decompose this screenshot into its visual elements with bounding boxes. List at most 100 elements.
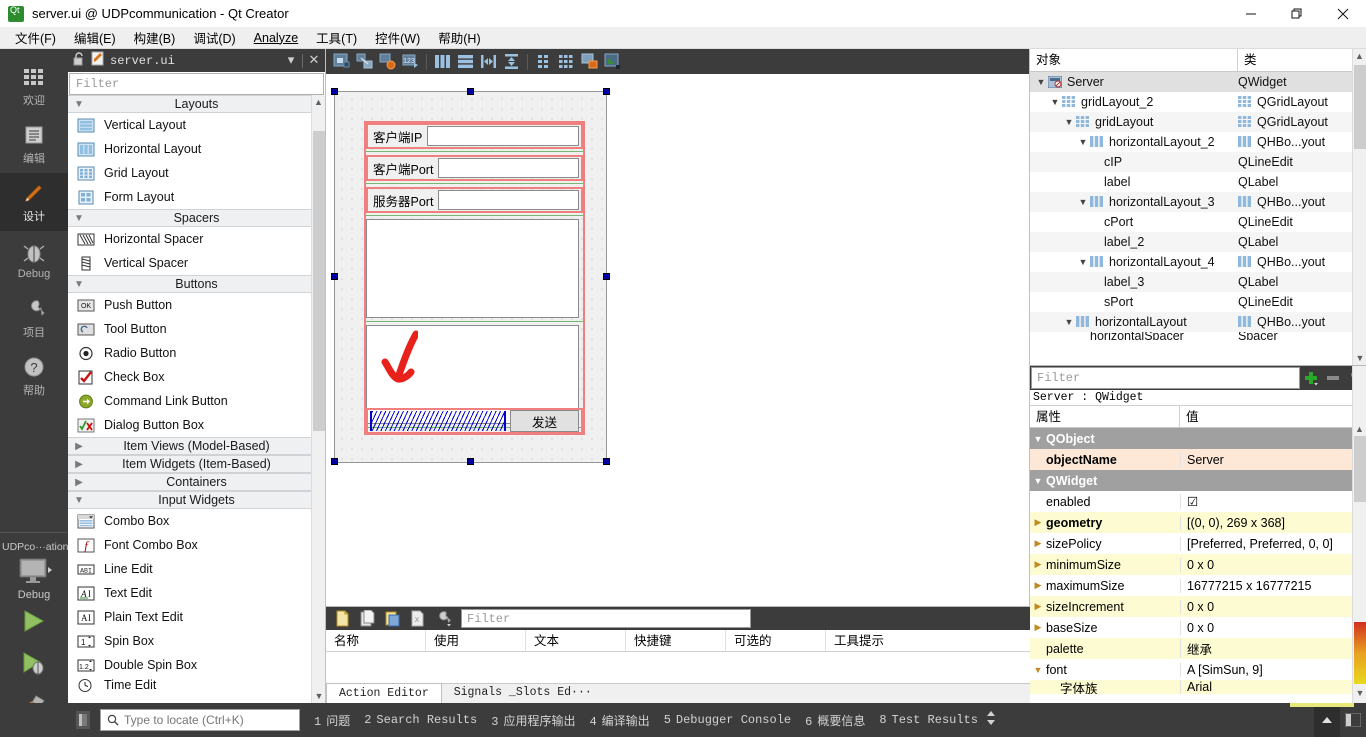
scrollbar-thumb[interactable] (313, 131, 325, 431)
split-panel-icon[interactable] (1340, 703, 1366, 737)
scroll-up-icon[interactable]: ▲ (1353, 422, 1366, 436)
widget-item-form-layout[interactable]: Form Layout (68, 185, 325, 209)
tree-item-horizontalspacer[interactable]: horizontalSpacer Spacer (1030, 332, 1366, 340)
chevron-down-icon[interactable]: ▼ (1034, 77, 1048, 87)
kit-selector[interactable]: Debug (0, 555, 68, 601)
column-name[interactable]: 名称 (326, 630, 426, 651)
tree-item-horizontallayout-3[interactable]: ▼ horizontalLayout_3 QHBo...yout (1030, 192, 1366, 212)
chevron-right-icon[interactable]: ▶ (1030, 538, 1046, 549)
output-pane-application-output[interactable]: 3 应用程序输出 (491, 712, 575, 729)
layout-vertically-icon[interactable] (454, 51, 477, 72)
scrollbar-thumb-highlight[interactable] (1354, 622, 1366, 684)
tree-item-sport[interactable]: sPort QLineEdit (1030, 292, 1366, 312)
column-checkable[interactable]: 可选的 (726, 630, 826, 651)
form-label-client-ip[interactable]: 客户端IP (370, 126, 427, 146)
menu-debug[interactable]: 调试(D) (184, 26, 244, 49)
tree-item-cport[interactable]: cPort QLineEdit (1030, 212, 1366, 232)
close-icon[interactable] (1320, 0, 1366, 27)
output-pane-summary[interactable]: 6 概要信息 (805, 712, 865, 729)
property-value[interactable]: [(0, 0), 269 x 368] (1180, 515, 1366, 530)
widget-item-plain-text-edit[interactable]: A I Plain Text Edit (68, 605, 325, 629)
new-action-icon[interactable] (330, 608, 355, 629)
widget-item-horizontal-layout[interactable]: Horizontal Layout (68, 137, 325, 161)
chevron-down-icon[interactable]: ▼ (1076, 197, 1090, 207)
widget-item-time-edit[interactable]: Time Edit (68, 677, 325, 693)
widget-category-buttons[interactable]: ▼ Buttons (68, 275, 325, 293)
property-row-sizeincrement[interactable]: ▶ sizeIncrement 0 x 0 (1030, 596, 1366, 617)
layout-splitter-vertical-icon[interactable] (500, 51, 523, 72)
column-text[interactable]: 文本 (526, 630, 626, 651)
tree-item-gridlayout-2[interactable]: ▼ gridLayout_2 QGridLayout (1030, 92, 1366, 112)
menu-edit[interactable]: 编辑(E) (65, 26, 125, 49)
triangle-up-icon[interactable] (1314, 703, 1340, 737)
property-row-maximumsize[interactable]: ▶ maximumSize 16777215 x 16777215 (1030, 575, 1366, 596)
object-inspector-scrollbar[interactable]: ▲ ▼ (1352, 49, 1366, 365)
edit-buddies-icon[interactable] (376, 51, 399, 72)
property-value[interactable]: 继承 (1180, 639, 1366, 658)
column-used[interactable]: 使用 (426, 630, 526, 651)
output-pane-debugger-console[interactable]: 5 Debugger Console (664, 713, 791, 727)
property-row-font[interactable]: ▼ font A [SimSun, 9] (1030, 659, 1366, 680)
paste-action-icon[interactable] (380, 608, 405, 629)
chevron-down-icon[interactable]: ▼ (1048, 97, 1062, 107)
widget-box-scrollbar[interactable]: ▲ ▼ (311, 95, 325, 703)
property-value-checkbox[interactable]: ☑ (1180, 494, 1366, 509)
resize-handle-se[interactable] (603, 458, 610, 465)
chevron-right-icon[interactable]: ▶ (1030, 559, 1046, 570)
form-label-client-port[interactable]: 客户端Port (370, 158, 438, 178)
form-lineedit-cport[interactable] (438, 158, 579, 178)
edit-signals-slots-icon[interactable] (353, 51, 376, 72)
property-value[interactable]: 0 x 0 (1180, 599, 1366, 614)
close-icon[interactable]: ✕ (303, 53, 325, 68)
tree-item-horizontallayout-4[interactable]: ▼ horizontalLayout_4 QHBo...yout (1030, 252, 1366, 272)
column-shortcut[interactable]: 快捷键 (626, 630, 726, 651)
chevron-down-icon[interactable]: ▾ (280, 53, 302, 68)
form-lineedit-sport[interactable] (438, 190, 579, 210)
widget-box-filter-input[interactable]: Filter (69, 73, 324, 95)
property-row-enabled[interactable]: enabled ☑ (1030, 491, 1366, 512)
scroll-down-icon[interactable]: ▼ (312, 689, 325, 703)
sidebar-toggle-button[interactable] (76, 711, 90, 729)
scroll-up-icon[interactable]: ▲ (312, 95, 325, 109)
chevron-down-icon[interactable]: ▼ (1062, 117, 1076, 127)
scroll-down-icon[interactable]: ▼ (1353, 686, 1366, 700)
column-class[interactable]: 类 (1238, 49, 1352, 71)
property-row-geometry[interactable]: ▶ geometry [(0, 0), 269 x 368] (1030, 512, 1366, 533)
menu-help[interactable]: 帮助(H) (429, 26, 489, 49)
property-value[interactable]: A [SimSun, 9] (1180, 662, 1366, 677)
run-button[interactable] (0, 601, 68, 643)
property-row-font-family[interactable]: 字体族 Arial (1030, 680, 1366, 694)
column-property[interactable]: 属性 (1030, 406, 1180, 427)
tree-item-label-3[interactable]: label_3 QLabel (1030, 272, 1366, 292)
widget-item-radio-button[interactable]: Radio Button (68, 341, 325, 365)
resize-handle-n[interactable] (467, 88, 474, 95)
chevron-down-icon[interactable]: ▼ (1076, 137, 1090, 147)
property-value[interactable]: Arial (1180, 680, 1366, 694)
widget-item-tool-button[interactable]: Tool Button (68, 317, 325, 341)
tree-item-horizontallayout-2[interactable]: ▼ horizontalLayout_2 QHBo...yout (1030, 132, 1366, 152)
widget-item-grid-layout[interactable]: Grid Layout (68, 161, 325, 185)
chevron-right-icon[interactable]: ▶ (1030, 580, 1046, 591)
chevron-down-icon[interactable]: ▼ (1062, 317, 1076, 327)
column-tooltip[interactable]: 工具提示 (826, 630, 1030, 651)
column-value[interactable]: 值 (1180, 406, 1352, 427)
action-editor-rows[interactable] (326, 652, 1030, 682)
locator-input[interactable]: Type to locate (Ctrl+K) (100, 709, 300, 731)
tree-item-label-2[interactable]: label_2 QLabel (1030, 232, 1366, 252)
property-filter-input[interactable]: Filter (1031, 367, 1301, 389)
tree-item-cip[interactable]: cIP QLineEdit (1030, 152, 1366, 172)
property-group-qwidget[interactable]: ▼ QWidget (1030, 470, 1366, 491)
widget-item-vertical-layout[interactable]: Vertical Layout (68, 113, 325, 137)
widget-category-item-widgets[interactable]: ▶ Item Widgets (Item-Based) (68, 455, 325, 473)
widget-item-horizontal-spacer[interactable]: Horizontal Spacer (68, 227, 325, 251)
layout-horizontally-icon[interactable] (431, 51, 454, 72)
mode-welcome[interactable]: 欢迎 (0, 57, 68, 115)
plus-icon[interactable] (1300, 367, 1322, 389)
property-row-palette[interactable]: palette 继承 (1030, 638, 1366, 659)
chevron-down-icon[interactable]: ▼ (1030, 665, 1046, 675)
chevron-down-icon[interactable]: ▼ (1030, 434, 1046, 444)
chevron-down-icon[interactable]: ▼ (1030, 476, 1046, 486)
tree-item-gridlayout[interactable]: ▼ gridLayout QGridLayout (1030, 112, 1366, 132)
widget-item-command-link-button[interactable]: Command Link Button (68, 389, 325, 413)
property-row-basesize[interactable]: ▶ baseSize 0 x 0 (1030, 617, 1366, 638)
